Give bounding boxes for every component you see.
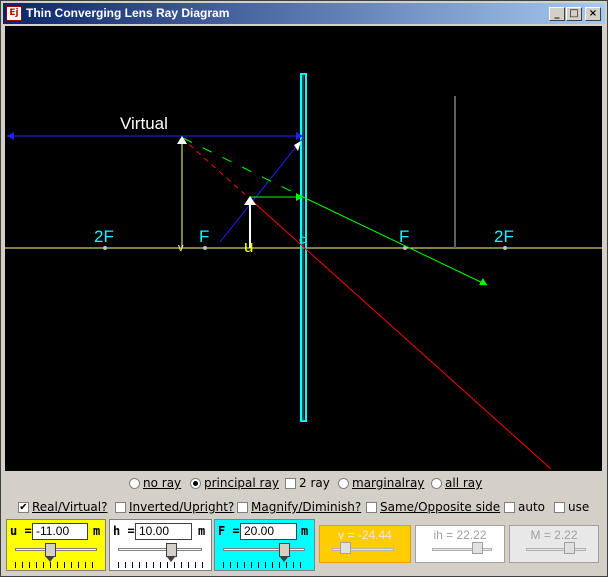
marginal-ray-radio[interactable] (338, 477, 349, 489)
app-window: Ej Thin Converging Lens Ray Diagram _ □ … (0, 0, 608, 577)
no-ray-radio[interactable] (129, 477, 140, 489)
check-use[interactable]: use (554, 500, 589, 514)
two-ray-label: 2 ray (299, 476, 330, 490)
auto-checkbox[interactable] (504, 501, 515, 513)
check-real-virtual[interactable]: ✔ Real/Virtual? (18, 500, 108, 514)
ray-red-back-extension (181, 137, 251, 200)
marginal-ray-label: marginalray (352, 476, 425, 490)
v-output-label: v = -24.44 (338, 528, 392, 542)
use-label: use (568, 500, 590, 514)
ray-options-row: no ray principal ray 2 ray marginalray a… (1, 474, 607, 494)
m-output-thumb (564, 542, 575, 554)
m-output-label: M = 2.22 (530, 528, 578, 542)
magnify-diminish-label: Magnify/Diminish? (251, 500, 362, 514)
check-magnify-diminish[interactable]: Magnify/Diminish? (237, 500, 361, 514)
focal-point-2f-right (503, 246, 507, 250)
magnify-diminish-checkbox[interactable] (237, 501, 248, 513)
option-marginal-ray[interactable]: marginalray (338, 476, 424, 490)
v-output-panel: v = -24.44 (319, 525, 411, 563)
ray-diagram-svg[interactable]: 2F F F 2F Virtual v u (5, 26, 602, 471)
ray-diagram-canvas[interactable]: 2F F F 2F Virtual v u (5, 26, 602, 471)
h-input-panel: h = 10.00 m (109, 519, 212, 571)
f-slider-track[interactable] (223, 548, 305, 551)
v-output-thumb (340, 542, 351, 554)
principal-ray-radio[interactable] (190, 477, 201, 489)
f-slider-ticks (223, 562, 307, 568)
focal-point-2f-left (103, 246, 107, 250)
no-ray-label: no ray (143, 476, 182, 490)
label-u-marker: u (244, 237, 253, 256)
all-ray-label: all ray (445, 476, 483, 490)
ih-output-track (432, 548, 492, 551)
h-slider-track[interactable] (118, 548, 202, 551)
ray-blue-diag-arrow (294, 141, 301, 151)
principal-ray-label: principal ray (204, 476, 279, 490)
f-label: F = (218, 524, 240, 538)
focal-point-f-left (203, 246, 207, 250)
f-unit: m (301, 524, 309, 538)
h-label: h = (113, 524, 135, 538)
ray-blue-left-arrow (7, 132, 14, 140)
ih-output-label: ih = 22.22 (433, 528, 487, 542)
u-input-field[interactable]: -11.00 (32, 523, 88, 540)
h-unit: m (198, 524, 206, 538)
minimize-button[interactable]: _ (549, 7, 565, 21)
real-virtual-checkbox[interactable]: ✔ (18, 501, 29, 513)
real-virtual-label: Real/Virtual? (32, 500, 108, 514)
u-slider-ticks (15, 562, 99, 568)
u-unit: m (93, 524, 101, 538)
u-label: u = (10, 524, 32, 538)
option-principal-ray[interactable]: principal ray (190, 476, 279, 490)
f-input-field[interactable]: 20.00 (240, 523, 297, 540)
close-button[interactable]: × (585, 7, 601, 21)
title-bar[interactable]: Ej Thin Converging Lens Ray Diagram _ □ … (3, 3, 605, 24)
check-same-opposite[interactable]: Same/Opposite side (366, 500, 500, 514)
u-slider-track[interactable] (15, 548, 97, 551)
check-inverted-upright[interactable]: Inverted/Upright? (115, 500, 234, 514)
label-2f-left: 2F (94, 227, 114, 246)
u-slider-thumb[interactable] (45, 543, 56, 562)
image-arrow-head (177, 136, 187, 144)
question-checks-row: ✔ Real/Virtual? Inverted/Upright? Magnify… (1, 498, 607, 518)
m-output-panel: M = 2.22 (509, 525, 599, 563)
two-ray-checkbox[interactable] (285, 477, 296, 489)
u-input-panel: u = -11.00 m (6, 519, 106, 571)
ray-green-back-extension (182, 137, 304, 198)
ih-output-panel: ih = 22.22 (415, 525, 505, 563)
f-input-panel: F = 20.00 m (214, 519, 315, 571)
h-slider-ticks (118, 562, 204, 568)
all-ray-radio[interactable] (431, 477, 442, 489)
label-v-marker: v (178, 242, 184, 254)
inverted-upright-checkbox[interactable] (115, 501, 126, 513)
ray-blue-diagonal (219, 137, 304, 243)
use-checkbox[interactable] (554, 501, 565, 513)
label-f-left: F (199, 227, 209, 246)
m-output-track (526, 548, 586, 551)
inverted-upright-label: Inverted/Upright? (129, 500, 235, 514)
same-opposite-checkbox[interactable] (366, 501, 377, 513)
ih-output-thumb (472, 542, 483, 554)
f-slider-thumb[interactable] (279, 543, 290, 562)
same-opposite-label: Same/Opposite side (380, 500, 501, 514)
maximize-button[interactable]: □ (566, 7, 582, 21)
option-all-ray[interactable]: all ray (431, 476, 482, 490)
h-slider-thumb[interactable] (166, 543, 177, 562)
check-auto[interactable]: auto (504, 500, 545, 514)
h-input-field[interactable]: 10.00 (135, 523, 192, 540)
option-2-ray[interactable]: 2 ray (285, 476, 330, 490)
window-title: Thin Converging Lens Ray Diagram (26, 6, 230, 20)
label-virtual: Virtual (120, 114, 168, 133)
option-no-ray[interactable]: no ray (129, 476, 181, 490)
app-icon: Ej (6, 6, 22, 21)
auto-label: auto (518, 500, 546, 514)
label-2f-right: 2F (494, 227, 514, 246)
